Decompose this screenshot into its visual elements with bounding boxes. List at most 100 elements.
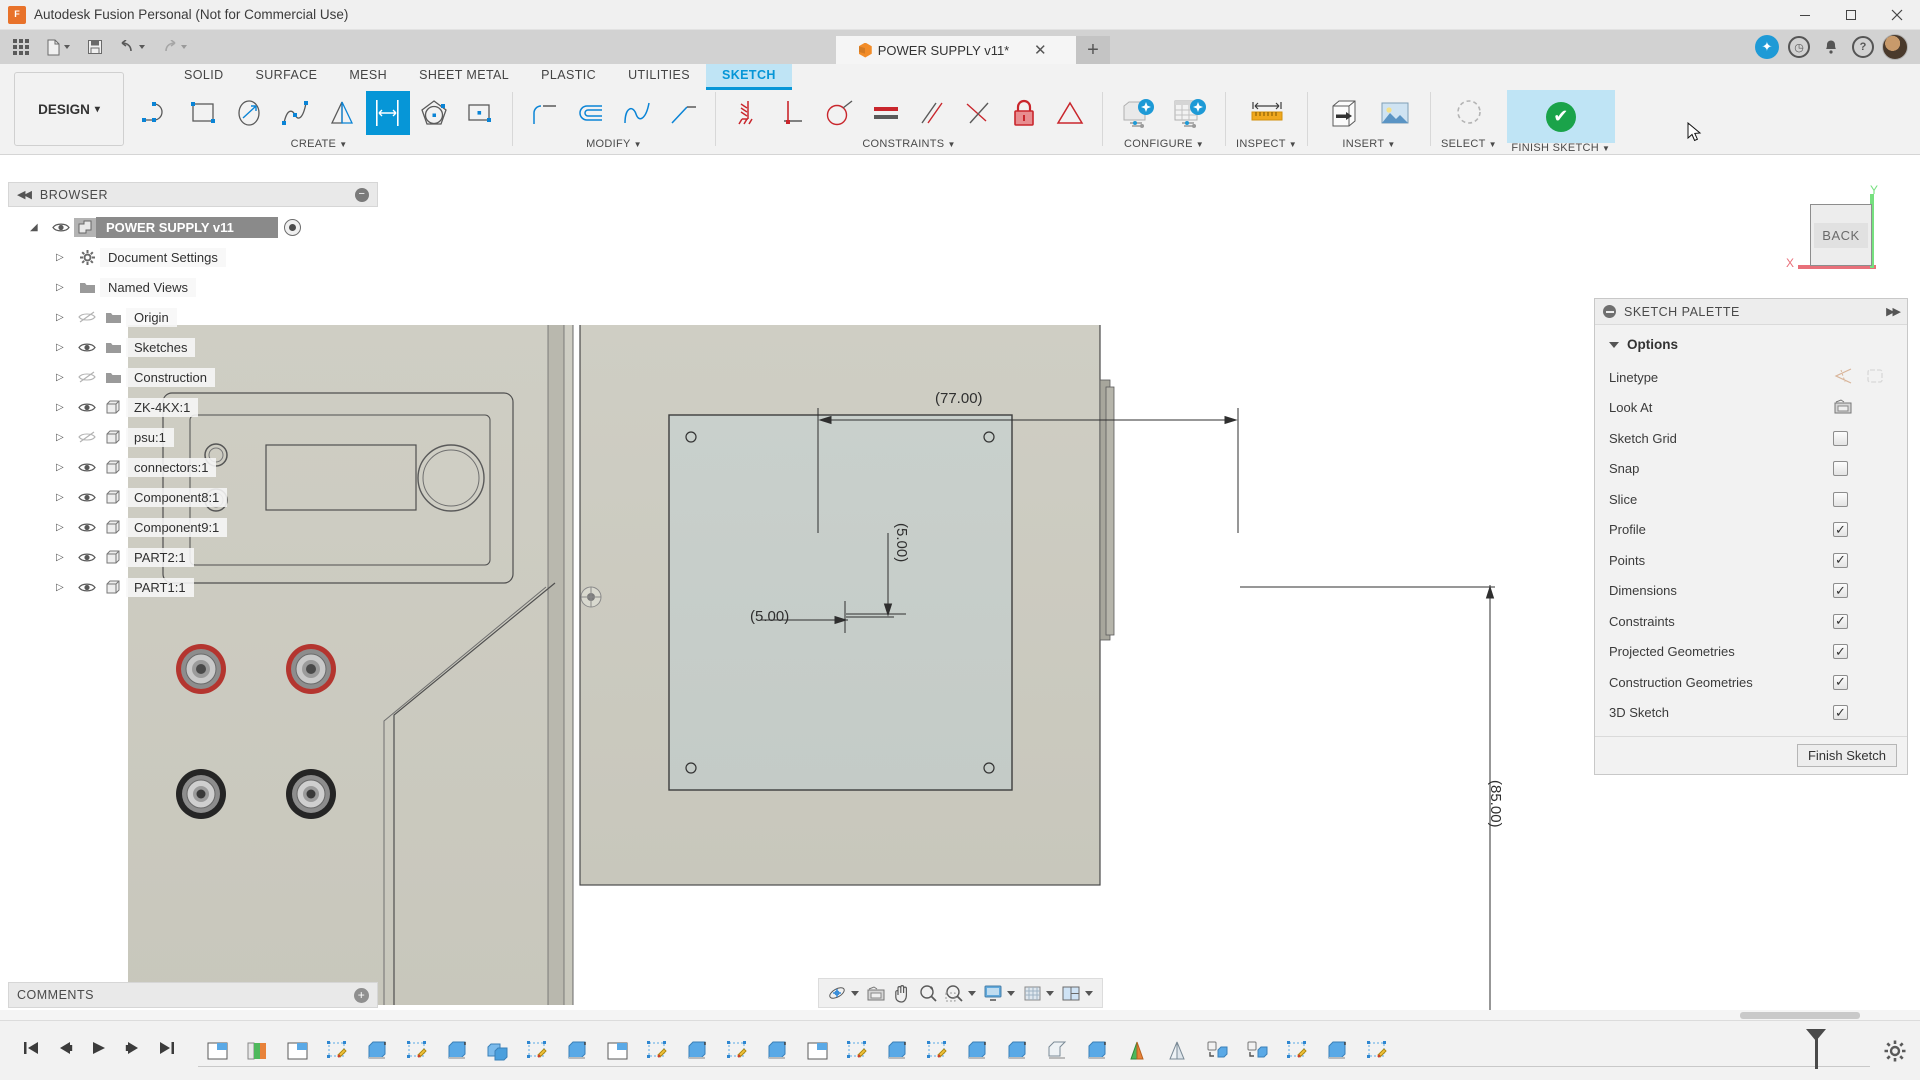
configure-table-icon[interactable] — [1165, 91, 1215, 135]
timeline-feature-move-copy[interactable] — [1238, 1021, 1278, 1081]
expand-arrow-icon[interactable]: ▷ — [56, 432, 74, 443]
palette-row-snap[interactable]: Snap — [1595, 454, 1907, 485]
slice-checkbox[interactable] — [1833, 491, 1848, 507]
width-dimension-label[interactable]: (77.00) — [935, 390, 983, 407]
timeline-feature-extrude[interactable] — [678, 1021, 718, 1081]
panel-label-modify[interactable]: MODIFY ▼ — [586, 136, 642, 152]
new-tab-button[interactable]: + — [1076, 36, 1110, 64]
timeline-feature-extrude[interactable] — [758, 1021, 798, 1081]
expand-arrow-icon[interactable]: ▷ — [56, 372, 74, 383]
expand-arrow-icon[interactable]: ▷ — [56, 492, 74, 503]
perpendicular-icon[interactable] — [772, 91, 816, 135]
grid-snap-icon[interactable] — [1020, 981, 1044, 1005]
circle-icon[interactable] — [228, 91, 272, 135]
close-button[interactable] — [1874, 0, 1920, 30]
expand-right-icon[interactable]: ▶▶ — [1886, 305, 1901, 318]
timeline-feature-extrude[interactable] — [1078, 1021, 1118, 1081]
sketch-grid-checkbox[interactable] — [1833, 430, 1848, 446]
maximize-button[interactable] — [1828, 0, 1874, 30]
fix-lock-icon[interactable] — [1002, 91, 1046, 135]
timeline-feature-extrude[interactable] — [958, 1021, 998, 1081]
timeline-feature-extrude[interactable] — [438, 1021, 478, 1081]
tab-plastic[interactable]: PLASTIC — [525, 64, 612, 90]
zoom-icon[interactable] — [916, 981, 940, 1005]
timeline-feature-sketch[interactable] — [278, 1021, 318, 1081]
palette-row-slice[interactable]: Slice — [1595, 484, 1907, 515]
symmetry-icon[interactable] — [1048, 91, 1092, 135]
eye-icon[interactable] — [74, 578, 100, 596]
tree-item-root[interactable]: ◢ POWER SUPPLY v11 — [8, 212, 378, 242]
active-component-radio[interactable] — [283, 218, 301, 236]
configure-part-icon[interactable] — [1113, 91, 1163, 135]
panel-label-constraints[interactable]: CONSTRAINTS ▼ — [862, 136, 955, 152]
look-at-icon[interactable] — [1833, 398, 1893, 418]
spline-icon[interactable] — [274, 91, 318, 135]
eye-icon[interactable] — [74, 518, 100, 536]
timeline-feature-sketch-edit[interactable] — [518, 1021, 558, 1081]
minimize-icon[interactable]: − — [355, 187, 369, 202]
offset-icon[interactable] — [569, 91, 613, 135]
expand-arrow-icon[interactable]: ▷ — [56, 462, 74, 473]
centerline-icon[interactable] — [1865, 367, 1885, 388]
timeline-feature-extrude[interactable] — [1318, 1021, 1358, 1081]
point-rectangle-icon[interactable] — [458, 91, 502, 135]
expand-arrow-icon[interactable]: ▷ — [56, 282, 74, 293]
finish-sketch-button[interactable]: ✔ — [1506, 90, 1615, 144]
palette-row-sketch-grid[interactable]: Sketch Grid — [1595, 423, 1907, 454]
minimize-icon[interactable] — [1603, 305, 1616, 318]
sidebar-item-component9[interactable]: ▷ Component9:1 — [8, 512, 378, 542]
sidebar-item-origin[interactable]: ▷ Origin — [8, 302, 378, 332]
equal-icon[interactable] — [864, 91, 908, 135]
snap-checkbox[interactable] — [1833, 461, 1848, 477]
chevron-down-icon[interactable] — [1046, 990, 1054, 996]
expand-arrow-icon[interactable]: ▷ — [56, 402, 74, 413]
rectangle-icon[interactable] — [182, 91, 226, 135]
sidebar-item-document-settings[interactable]: ▷ Document Settings — [8, 242, 378, 272]
midpoint-icon[interactable] — [956, 91, 1000, 135]
timeline-feature-mirror[interactable] — [1158, 1021, 1198, 1081]
orbit-icon[interactable] — [825, 981, 849, 1005]
select-icon[interactable] — [1444, 91, 1494, 135]
construction-geometries-checkbox[interactable] — [1833, 674, 1848, 690]
options-section-header[interactable]: Options — [1595, 331, 1907, 362]
tab-solid[interactable]: SOLID — [168, 64, 240, 90]
save-icon[interactable] — [80, 34, 110, 60]
sidebar-item-zk-4kx[interactable]: ▷ ZK-4KX:1 — [8, 392, 378, 422]
close-icon[interactable]: ✕ — [1029, 41, 1051, 59]
timeline-feature-sketch[interactable] — [598, 1021, 638, 1081]
view-cube[interactable]: X Y BACK — [1778, 183, 1898, 296]
timeline-feature-sketch-edit[interactable] — [718, 1021, 758, 1081]
sidebar-item-named-views[interactable]: ▷ Named Views — [8, 272, 378, 302]
rectangular-pattern-icon[interactable] — [366, 91, 410, 135]
line-icon[interactable] — [136, 91, 180, 135]
points-checkbox[interactable] — [1833, 552, 1848, 568]
finish-sketch-button-palette[interactable]: Finish Sketch — [1796, 744, 1897, 767]
timeline-feature-sketch-edit[interactable] — [1358, 1021, 1398, 1081]
timeline-feature-shell[interactable] — [1038, 1021, 1078, 1081]
expand-arrow-icon[interactable]: ▷ — [56, 552, 74, 563]
palette-row-projected-geometries[interactable]: Projected Geometries — [1595, 637, 1907, 668]
panel-label-configure[interactable]: CONFIGURE ▼ — [1124, 136, 1204, 152]
jump-end-icon[interactable] — [158, 1040, 176, 1061]
expand-arrow-icon[interactable]: ▷ — [56, 252, 74, 263]
sidebar-item-sketches[interactable]: ▷ Sketches — [8, 332, 378, 362]
avatar[interactable] — [1880, 34, 1910, 60]
scrollbar-thumb[interactable] — [1740, 1012, 1860, 1019]
extension-icon[interactable]: ✦ — [1752, 34, 1782, 60]
fillet-icon[interactable] — [523, 91, 567, 135]
eye-icon[interactable] — [74, 458, 100, 476]
step-back-icon[interactable] — [56, 1040, 74, 1061]
insert-derive-icon[interactable] — [1318, 91, 1368, 135]
insert-image-icon[interactable] — [1370, 91, 1420, 135]
look-at-view-icon[interactable] — [864, 981, 888, 1005]
collapse-left-icon[interactable]: ◀◀ — [17, 188, 32, 201]
sidebar-item-psu[interactable]: ▷ psu:1 — [8, 422, 378, 452]
workspace-selector[interactable]: DESIGN ▾ — [14, 72, 124, 146]
horizontal-scrollbar[interactable] — [0, 1010, 1920, 1020]
timeline-feature-extrude[interactable] — [358, 1021, 398, 1081]
expand-arrow-icon[interactable]: ▷ — [56, 522, 74, 533]
chevron-down-icon[interactable] — [1085, 990, 1093, 996]
chevron-down-icon[interactable] — [851, 990, 859, 996]
timeline-feature-extrude[interactable] — [878, 1021, 918, 1081]
tab-utilities[interactable]: UTILITIES — [612, 64, 706, 90]
